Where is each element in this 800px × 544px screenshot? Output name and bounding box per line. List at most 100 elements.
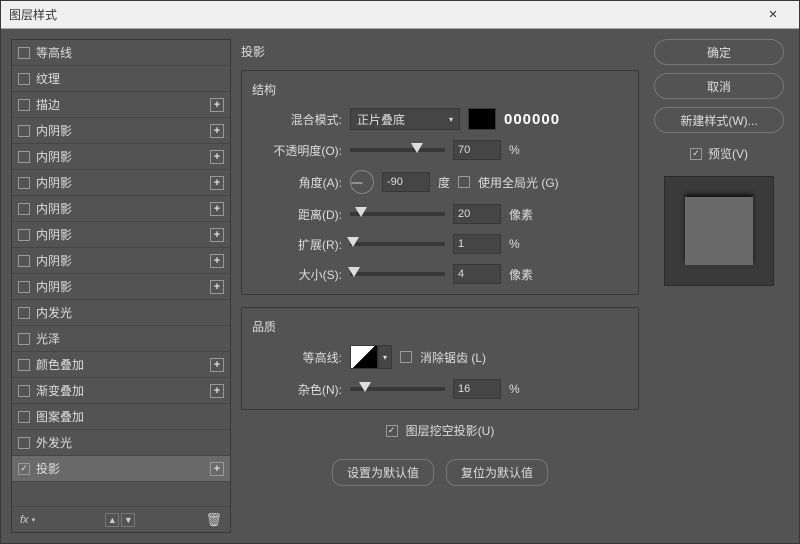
plus-icon[interactable]: + <box>210 176 224 190</box>
preview-box <box>664 176 774 286</box>
plus-icon[interactable]: + <box>210 462 224 476</box>
distance-row: 距离(D): 20 像素 <box>252 204 628 224</box>
sidebar-item-13[interactable]: 渐变叠加+ <box>12 378 230 404</box>
style-checkbox[interactable] <box>18 125 30 137</box>
new-style-button[interactable]: 新建样式(W)... <box>654 107 784 133</box>
trash-icon[interactable]: 🗑 <box>205 512 222 528</box>
sidebar-item-11[interactable]: 光泽 <box>12 326 230 352</box>
sidebar-item-10[interactable]: 内发光 <box>12 300 230 326</box>
distance-input[interactable]: 20 <box>453 204 501 224</box>
title-bar: 图层样式 ✕ <box>1 1 799 29</box>
spread-input[interactable]: 1 <box>453 234 501 254</box>
cancel-button[interactable]: 取消 <box>654 73 784 99</box>
angle-label: 角度(A): <box>252 174 342 191</box>
layer-style-dialog: 图层样式 ✕ 等高线纹理描边+内阴影+内阴影+内阴影+内阴影+内阴影+内阴影+内… <box>0 0 800 544</box>
style-checkbox[interactable] <box>18 359 30 371</box>
sidebar-item-14[interactable]: 图案叠加 <box>12 404 230 430</box>
plus-icon[interactable]: + <box>210 254 224 268</box>
plus-icon[interactable]: + <box>210 384 224 398</box>
preview-checkbox[interactable] <box>690 148 702 160</box>
reset-default-button[interactable]: 复位为默认值 <box>446 459 548 486</box>
plus-icon[interactable]: + <box>210 98 224 112</box>
sidebar-item-8[interactable]: 内阴影 + <box>12 248 230 274</box>
noise-label: 杂色(N): <box>252 381 342 398</box>
opacity-slider[interactable] <box>350 148 445 152</box>
style-label: 内阴影 <box>36 200 72 217</box>
blend-mode-row: 混合模式: 正片叠底 ▾ 000000 <box>252 108 628 130</box>
fx-button[interactable]: fx▾ <box>20 514 35 526</box>
angle-dial[interactable] <box>350 170 374 194</box>
quality-title: 品质 <box>252 318 628 335</box>
sidebar-item-5[interactable]: 内阴影+ <box>12 170 230 196</box>
sidebar-item-9[interactable]: 内阴影+ <box>12 274 230 300</box>
style-checkbox[interactable] <box>18 385 30 397</box>
sidebar-item-3[interactable]: 内阴影 + <box>12 118 230 144</box>
style-checkbox[interactable] <box>18 333 30 345</box>
sidebar-item-4[interactable]: 内阴影+ <box>12 144 230 170</box>
contour-preview[interactable] <box>350 345 378 369</box>
style-label: 内阴影 <box>36 122 72 139</box>
sidebar-item-7[interactable]: 内阴影+ <box>12 222 230 248</box>
plus-icon[interactable]: + <box>210 280 224 294</box>
noise-slider[interactable] <box>350 387 445 391</box>
style-checkbox[interactable] <box>18 177 30 189</box>
style-checkbox[interactable] <box>18 203 30 215</box>
style-checkbox[interactable] <box>18 255 30 267</box>
style-checkbox[interactable] <box>18 73 30 85</box>
sidebar-item-16[interactable]: 投影 + <box>12 456 230 482</box>
style-checkbox[interactable] <box>18 281 30 293</box>
sidebar-item-0[interactable]: 等高线 <box>12 40 230 66</box>
sidebar-item-12[interactable]: 颜色叠加+ <box>12 352 230 378</box>
sidebar-item-15[interactable]: 外发光 <box>12 430 230 456</box>
style-checkbox[interactable] <box>18 151 30 163</box>
settings-panel: 投影 结构 混合模式: 正片叠底 ▾ 000000 不透明度(O): 70 <box>241 39 639 533</box>
plus-icon[interactable]: + <box>210 358 224 372</box>
ok-button[interactable]: 确定 <box>654 39 784 65</box>
style-checkbox[interactable] <box>18 229 30 241</box>
sidebar-item-2[interactable]: 描边+ <box>12 92 230 118</box>
style-label: 内发光 <box>36 304 72 321</box>
style-label: 等高线 <box>36 44 72 61</box>
knockout-label: 图层挖空投影(U) <box>406 422 495 439</box>
structure-title: 结构 <box>252 81 628 98</box>
plus-icon[interactable]: + <box>210 150 224 164</box>
default-buttons-row: 设置为默认值 复位为默认值 <box>241 459 639 486</box>
contour-dropdown[interactable]: ▾ <box>378 345 392 369</box>
opacity-input[interactable]: 70 <box>453 140 501 160</box>
style-label: 内阴影 <box>36 252 72 269</box>
make-default-button[interactable]: 设置为默认值 <box>332 459 434 486</box>
sidebar-item-6[interactable]: 内阴影 + <box>12 196 230 222</box>
blend-mode-select[interactable]: 正片叠底 ▾ <box>350 108 460 130</box>
nav-buttons: ▲ ▼ <box>105 513 135 527</box>
knockout-checkbox[interactable] <box>386 425 398 437</box>
style-checkbox[interactable] <box>18 99 30 111</box>
style-checkbox[interactable] <box>18 437 30 449</box>
plus-icon[interactable]: + <box>210 202 224 216</box>
knockout-row: 图层挖空投影(U) <box>241 422 639 439</box>
sidebar-item-1[interactable]: 纹理 <box>12 66 230 92</box>
move-up-button[interactable]: ▲ <box>105 513 119 527</box>
color-swatch[interactable] <box>468 108 496 130</box>
angle-input[interactable]: -90 <box>382 172 430 192</box>
noise-input[interactable]: 16 <box>453 379 501 399</box>
plus-icon[interactable]: + <box>210 228 224 242</box>
contour-row: 等高线: ▾ 消除锯齿 (L) <box>252 345 628 369</box>
size-slider[interactable] <box>350 272 445 276</box>
style-checkbox[interactable] <box>18 307 30 319</box>
size-input[interactable]: 4 <box>453 264 501 284</box>
angle-row: 角度(A): -90 度 使用全局光 (G) <box>252 170 628 194</box>
global-light-checkbox[interactable] <box>458 176 470 188</box>
style-label: 投影 <box>36 460 60 477</box>
close-button[interactable]: ✕ <box>755 5 791 25</box>
blend-mode-label: 混合模式: <box>252 111 342 128</box>
spread-slider[interactable] <box>350 242 445 246</box>
distance-slider[interactable] <box>350 212 445 216</box>
style-checkbox[interactable] <box>18 47 30 59</box>
style-checkbox[interactable] <box>18 411 30 423</box>
antialias-checkbox[interactable] <box>400 351 412 363</box>
move-down-button[interactable]: ▼ <box>121 513 135 527</box>
style-checkbox[interactable] <box>18 463 30 475</box>
spread-label: 扩展(R): <box>252 236 342 253</box>
plus-icon[interactable]: + <box>210 124 224 138</box>
panel-title: 投影 <box>241 39 639 64</box>
